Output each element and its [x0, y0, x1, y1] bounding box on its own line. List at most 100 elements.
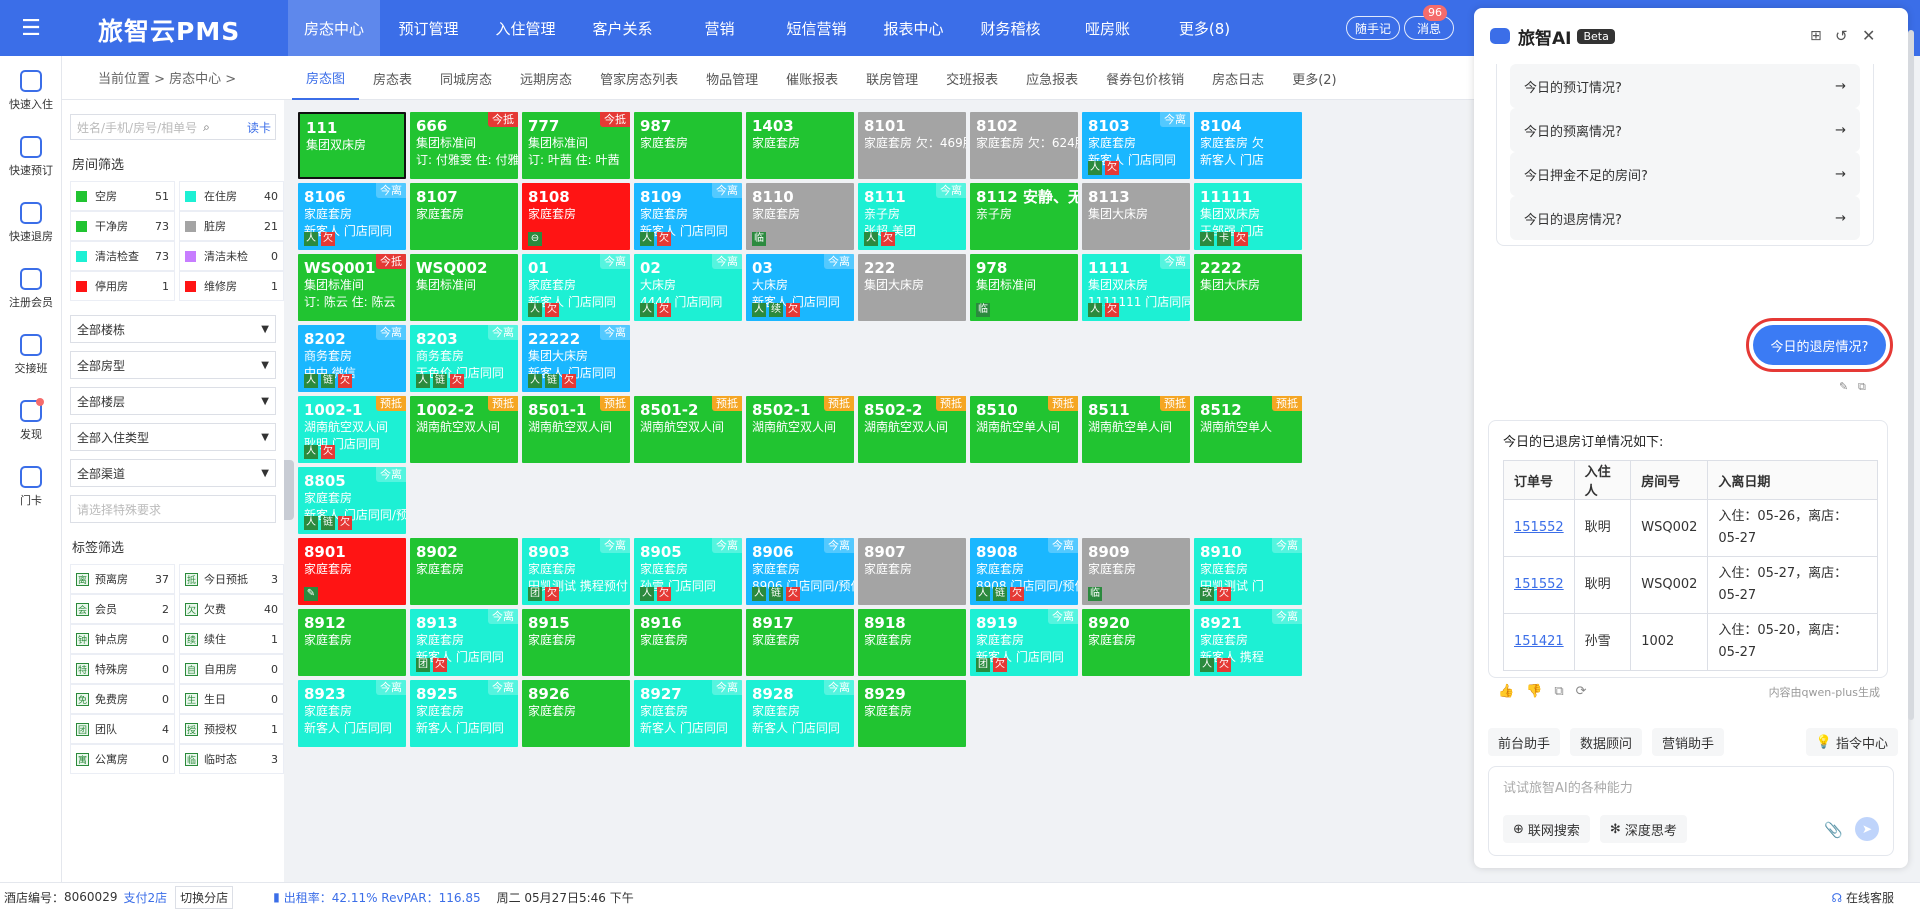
room-card[interactable]: WSQ001 集团标准间 订: 陈云 住: 陈云 今抵: [298, 254, 406, 321]
room-card[interactable]: 8510 湖南航空单人间 预抵: [970, 396, 1078, 463]
room-card[interactable]: 987 家庭套房: [634, 112, 742, 179]
room-card[interactable]: 02 大床房 4444 门店同同 今离人欠: [634, 254, 742, 321]
room-card[interactable]: 03 大床房 新客人 门店同同 今离人续欠: [746, 254, 854, 321]
filter-select-1[interactable]: 全部房型 ▼: [70, 351, 276, 379]
room-card[interactable]: 8923 家庭套房 新客人 门店同同 今离: [298, 680, 406, 747]
deep-think-toggle[interactable]: ✻ 深度思考: [1599, 815, 1687, 843]
subnav-tab-8[interactable]: 交班报表: [932, 56, 1012, 100]
guest-search-input[interactable]: 姓名/手机/房号/相单号 ⌕ 读卡: [70, 114, 276, 140]
tag-stat-10[interactable]: 团团队 4: [70, 714, 175, 744]
close-icon[interactable]: ✕: [1862, 26, 1875, 45]
tag-stat-3[interactable]: 欠欠费 40: [179, 594, 284, 624]
edit-icon[interactable]: ✎: [1839, 380, 1848, 393]
room-stat-7[interactable]: 维修房 1: [179, 271, 284, 301]
room-card[interactable]: 8511 湖南航空单人间 预抵: [1082, 396, 1190, 463]
tag-stat-4[interactable]: 钟钟点房 0: [70, 624, 175, 654]
room-stat-6[interactable]: 停用房 1: [70, 271, 175, 301]
room-card[interactable]: 8202 商务套房 中中 微信 今离人链欠: [298, 325, 406, 392]
data-advisor-button[interactable]: 数据顾问: [1570, 728, 1643, 756]
tag-stat-2[interactable]: 会会员 2: [70, 594, 175, 624]
thumbs-up-icon[interactable]: 👍: [1498, 684, 1514, 699]
filter-select-2[interactable]: 全部楼层 ▼: [70, 387, 276, 415]
room-card[interactable]: 8913 家庭套房 新客人 门店同同 今离团欠: [410, 609, 518, 676]
subnav-tab-9[interactable]: 应急报表: [1012, 56, 1092, 100]
subnav-tab-6[interactable]: 催账报表: [772, 56, 852, 100]
room-card[interactable]: 8109 家庭套房 新客人 门店同同 今离人欠: [634, 183, 742, 250]
nav-item-1[interactable]: 预订管理: [380, 0, 477, 56]
room-card[interactable]: 111 集团双床房: [298, 112, 406, 179]
order-link[interactable]: 151421: [1514, 634, 1564, 649]
tag-stat-9[interactable]: 生生日 0: [179, 684, 284, 714]
tag-stat-1[interactable]: 抵今日预抵 3: [179, 564, 284, 594]
suggested-question-0[interactable]: 今日的预订情况? →: [1510, 64, 1860, 108]
tag-stat-11[interactable]: 授预授权 1: [179, 714, 284, 744]
nav-item-0[interactable]: 房态中心: [288, 0, 380, 56]
room-card[interactable]: 8502-1 湖南航空双人间 预抵: [746, 396, 854, 463]
room-card[interactable]: 8917 家庭套房: [746, 609, 854, 676]
room-card[interactable]: 8108 家庭套房 ⊖: [522, 183, 630, 250]
room-card[interactable]: 777 集团标准间 订: 叶茜 住: 叶茜 今抵: [522, 112, 630, 179]
room-card[interactable]: WSQ002 集团标准间: [410, 254, 518, 321]
room-card[interactable]: 8113 集团大床房: [1082, 183, 1190, 250]
room-card[interactable]: 8926 家庭套房: [522, 680, 630, 747]
nav-item-9[interactable]: 更多(8): [1156, 0, 1253, 56]
order-link[interactable]: 151552: [1514, 520, 1564, 535]
room-card[interactable]: 8502-2 湖南航空双人间 预抵: [858, 396, 966, 463]
subnav-tab-5[interactable]: 物品管理: [692, 56, 772, 100]
rail-item-4[interactable]: 交接班: [0, 334, 62, 376]
room-card[interactable]: 8916 家庭套房: [634, 609, 742, 676]
room-card[interactable]: 8101家庭套房 欠：469服务包: [858, 112, 966, 179]
room-stat-0[interactable]: 空房 51: [70, 181, 175, 211]
room-card[interactable]: 8902 家庭套房: [410, 538, 518, 605]
room-card[interactable]: 1403 家庭套房: [746, 112, 854, 179]
room-card[interactable]: 8110 家庭套房临: [746, 183, 854, 250]
subnav-tab-2[interactable]: 同城房态: [426, 56, 506, 100]
filter-select-3[interactable]: 全部入住类型 ▼: [70, 423, 276, 451]
nav-item-3[interactable]: 客户关系: [574, 0, 671, 56]
room-card[interactable]: 8925 家庭套房 新客人 门店同同 今离: [410, 680, 518, 747]
room-card[interactable]: 222 集团大床房: [858, 254, 966, 321]
suggested-question-2[interactable]: 今日押金不足的房间? →: [1510, 152, 1860, 196]
room-card[interactable]: 8909 家庭套房临: [1082, 538, 1190, 605]
subnav-tab-10[interactable]: 餐券包价核销: [1092, 56, 1198, 100]
page-scrollbar[interactable]: [1908, 30, 1914, 720]
filter-select-4[interactable]: 全部渠道 ▼: [70, 459, 276, 487]
nav-item-7[interactable]: 财务稽核: [962, 0, 1059, 56]
nav-item-2[interactable]: 入住管理: [477, 0, 574, 56]
room-card[interactable]: 8910 家庭套房 田凯测试 门今离改欠: [1194, 538, 1302, 605]
filter-select-0[interactable]: 全部楼栋 ▼: [70, 315, 276, 343]
room-card[interactable]: 2222 集团大床房: [1194, 254, 1302, 321]
tag-stat-0[interactable]: 离预离房 37: [70, 564, 175, 594]
room-card[interactable]: 8908 家庭套房 8908 门店同同/预付 今离人链欠: [970, 538, 1078, 605]
nav-item-5[interactable]: 短信营销: [768, 0, 865, 56]
subnav-tab-12[interactable]: 更多(2): [1278, 56, 1350, 100]
room-card[interactable]: 8805家庭套房新客人 门店同同/预付今离人链欠: [298, 467, 406, 534]
subnav-tab-11[interactable]: 房态日志: [1198, 56, 1278, 100]
room-card[interactable]: 8928 家庭套房 新客人 门店同同 今离: [746, 680, 854, 747]
read-card-button[interactable]: 读卡: [247, 119, 275, 136]
room-stat-1[interactable]: 在住房 40: [179, 181, 284, 211]
tag-stat-13[interactable]: 临临时态 3: [179, 744, 284, 774]
room-card[interactable]: 978 集团标准间临: [970, 254, 1078, 321]
suggested-question-3[interactable]: 今日的退房情况? →: [1510, 196, 1860, 240]
copy-answer-icon[interactable]: ⧉: [1554, 684, 1563, 699]
room-stat-4[interactable]: 清洁检查 73: [70, 241, 175, 271]
command-center-button[interactable]: 💡 指令中心: [1805, 728, 1898, 756]
room-card[interactable]: 8927 家庭套房 新客人 门店同同 今离: [634, 680, 742, 747]
room-card[interactable]: 8905 家庭套房 孙雪 门店同同 今离人欠: [634, 538, 742, 605]
new-chat-icon[interactable]: ⊞: [1810, 28, 1822, 44]
chat-composer[interactable]: 试试旅智AI的各种能力 ⊕ 联网搜索 ✻ 深度思考 📎 ➤: [1488, 766, 1894, 856]
history-icon[interactable]: ↺: [1835, 27, 1848, 45]
subnav-tab-4[interactable]: 管家房态列表: [586, 56, 692, 100]
subnav-tab-7[interactable]: 联房管理: [852, 56, 932, 100]
suggested-question-1[interactable]: 今日的预离情况? →: [1510, 108, 1860, 152]
tag-stat-5[interactable]: 续续住 1: [179, 624, 284, 654]
room-card[interactable]: 11111 集团双床房 王邹强 门店人卡欠: [1194, 183, 1302, 250]
room-card[interactable]: 8106 家庭套房 新客人 门店同同 今离人欠: [298, 183, 406, 250]
tag-stat-8[interactable]: 免免费房 0: [70, 684, 175, 714]
subnav-tab-1[interactable]: 房态表: [359, 56, 426, 100]
room-card[interactable]: 1002-1 湖南航空双人间 耿明 门店同同 预抵人欠: [298, 396, 406, 463]
order-link[interactable]: 151552: [1514, 577, 1564, 592]
tag-stat-12[interactable]: 寓公寓房 0: [70, 744, 175, 774]
room-card[interactable]: 8501-2 湖南航空双人间 预抵: [634, 396, 742, 463]
